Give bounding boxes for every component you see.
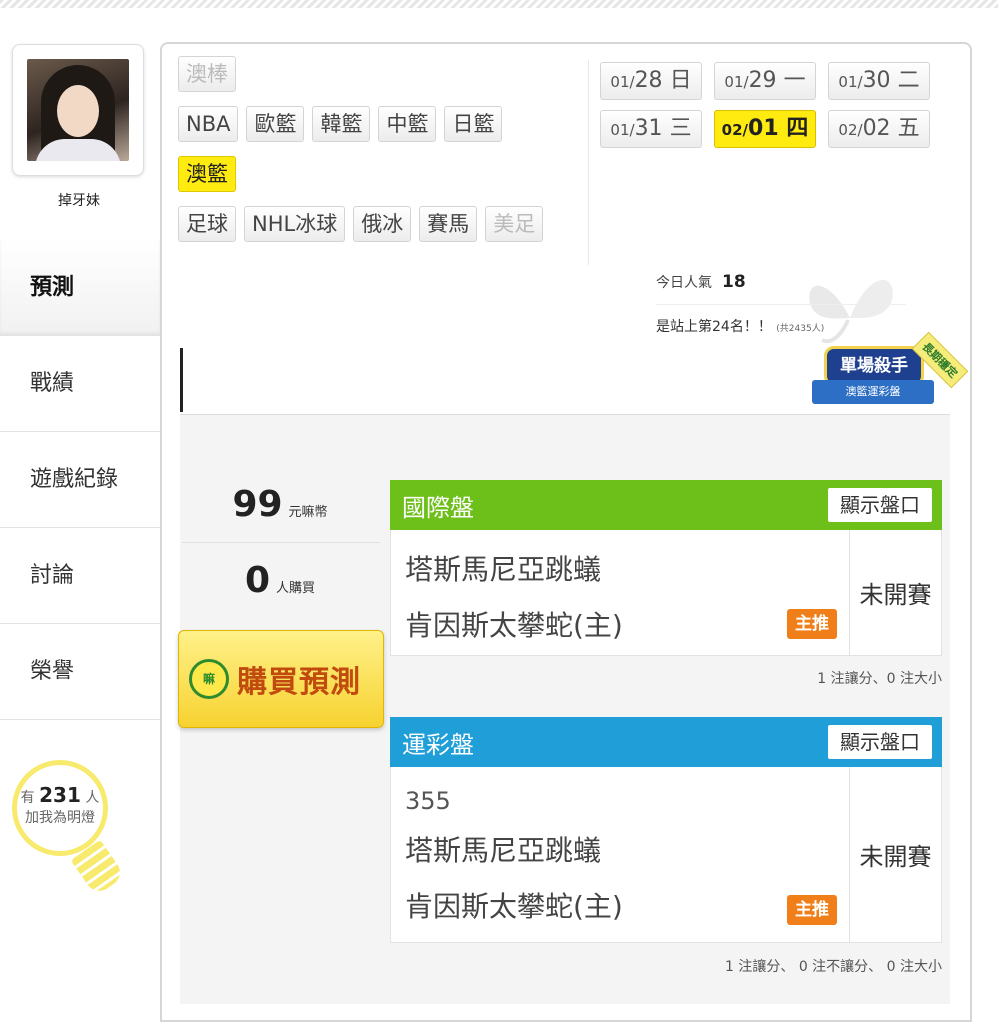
username: 掉牙妹 xyxy=(58,193,100,209)
category-nba[interactable]: NBA xyxy=(178,106,239,142)
category-russia-hockey[interactable]: 俄冰 xyxy=(353,206,412,242)
show-odds-button[interactable]: 顯示盤口 xyxy=(828,488,932,522)
fans-unit: 人 xyxy=(85,790,100,806)
buy-prediction-button[interactable]: 嘛 購買預測 xyxy=(178,630,384,728)
market-title: 國際盤 xyxy=(402,493,474,522)
market-body: 塔斯馬尼亞跳蟻 肯因斯太攀蛇(主) 主推 未開賽 xyxy=(390,530,942,656)
fans-count: 231 xyxy=(39,783,81,807)
category-japan-basketball[interactable]: 日籃 xyxy=(444,106,503,142)
date-0128[interactable]: 01/28 日 xyxy=(600,62,702,100)
category-filter: 澳棒 NBA 歐籃 韓籃 中籃 日籃 澳籃 足球 NHL冰球 俄冰 賽馬 美足 xyxy=(178,56,588,256)
category-korea-basketball[interactable]: 韓籃 xyxy=(312,106,371,142)
category-soccer[interactable]: 足球 xyxy=(178,206,236,242)
badge-subtitle: 澳籃運彩盤 xyxy=(812,380,934,404)
market-header: 國際盤 顯示盤口 xyxy=(390,480,942,530)
buyers-value: 0 xyxy=(244,560,271,601)
rank-text: 是站上第24名！！ xyxy=(656,319,772,335)
date-0201[interactable]: 02/01 四 xyxy=(714,110,816,148)
buy-prediction-label: 購買預測 xyxy=(237,665,361,700)
game-status: 未開賽 xyxy=(849,530,941,655)
price-stat: 99 元嘛幣 xyxy=(180,484,380,525)
fans-prefix: 有 xyxy=(20,790,35,806)
date-0131[interactable]: 01/31 三 xyxy=(600,110,702,148)
sidebar-nav: 預測 戰績 遊戲紀錄 討論 榮譽 xyxy=(0,240,160,720)
category-american-football[interactable]: 美足 xyxy=(485,206,544,242)
rank-total: (共2435人) xyxy=(776,324,825,334)
market-header: 運彩盤 顯示盤口 xyxy=(390,717,942,767)
main-pick-badge: 主推 xyxy=(787,609,837,639)
sidebar-item-discussion[interactable]: 討論 xyxy=(0,528,160,624)
coin-icon: 嘛 xyxy=(189,659,229,699)
date-0130[interactable]: 01/30 二 xyxy=(828,62,930,100)
main-pick-badge: 主推 xyxy=(787,895,837,925)
avatar[interactable] xyxy=(12,44,144,176)
market-international: 國際盤 顯示盤口 塔斯馬尼亞跳蟻 肯因斯太攀蛇(主) 主推 未開賽 xyxy=(390,480,942,656)
buyers-unit: 人購買 xyxy=(276,581,316,596)
top-border xyxy=(0,0,998,8)
lightbulb-fans[interactable]: 有 231 人 加我為明燈 xyxy=(12,760,108,856)
category-aus-baseball[interactable]: 澳棒 xyxy=(178,56,236,92)
market-note: 1 注讓分、 0 注不讓分、 0 注大小 xyxy=(725,959,942,975)
tab-strip xyxy=(180,348,812,412)
sidebar-item-game-history[interactable]: 遊戲紀錄 xyxy=(0,432,160,528)
category-euro-basketball[interactable]: 歐籃 xyxy=(246,106,305,142)
market-title: 運彩盤 xyxy=(402,730,474,759)
market-body: 355 塔斯馬尼亞跳蟻 肯因斯太攀蛇(主) 主推 未開賽 xyxy=(390,767,942,943)
sidebar-item-prediction[interactable]: 預測 xyxy=(0,240,160,336)
price-unit: 元嘛幣 xyxy=(288,505,328,520)
price-value: 99 xyxy=(232,484,283,525)
sidebar-item-record[interactable]: 戰績 xyxy=(0,336,160,432)
fans-suffix: 加我為明燈 xyxy=(25,810,95,826)
category-horse-racing[interactable]: 賽馬 xyxy=(419,206,478,242)
sidebar-item-honor[interactable]: 榮譽 xyxy=(0,624,160,720)
rank-divider xyxy=(656,304,906,305)
category-nhl-hockey[interactable]: NHL冰球 xyxy=(244,206,346,242)
popularity-label: 今日人氣 xyxy=(656,275,712,291)
date-selector: 01/28 日 01/29 一 01/30 二 01/31 三 02/01 四 … xyxy=(600,62,930,158)
category-china-basketball[interactable]: 中籃 xyxy=(378,106,437,142)
date-0202[interactable]: 02/02 五 xyxy=(828,110,930,148)
show-odds-button[interactable]: 顯示盤口 xyxy=(828,725,932,759)
category-aus-basketball[interactable]: 澳籃 xyxy=(178,156,236,192)
buyers-stat: 0 人購買 xyxy=(180,560,380,601)
game-status: 未開賽 xyxy=(849,767,941,942)
market-note: 1 注讓分、0 注大小 xyxy=(817,671,942,687)
stat-divider xyxy=(182,542,380,543)
filter-divider xyxy=(588,60,589,265)
avatar-photo xyxy=(27,59,129,161)
popularity-value: 18 xyxy=(722,272,746,292)
popularity: 今日人氣 18 xyxy=(656,272,746,292)
market-sports-lottery: 運彩盤 顯示盤口 355 塔斯馬尼亞跳蟻 肯因斯太攀蛇(主) 主推 未開賽 xyxy=(390,717,942,943)
date-0129[interactable]: 01/29 一 xyxy=(714,62,816,100)
site-rank: 是站上第24名！！ (共2435人) xyxy=(656,316,824,336)
